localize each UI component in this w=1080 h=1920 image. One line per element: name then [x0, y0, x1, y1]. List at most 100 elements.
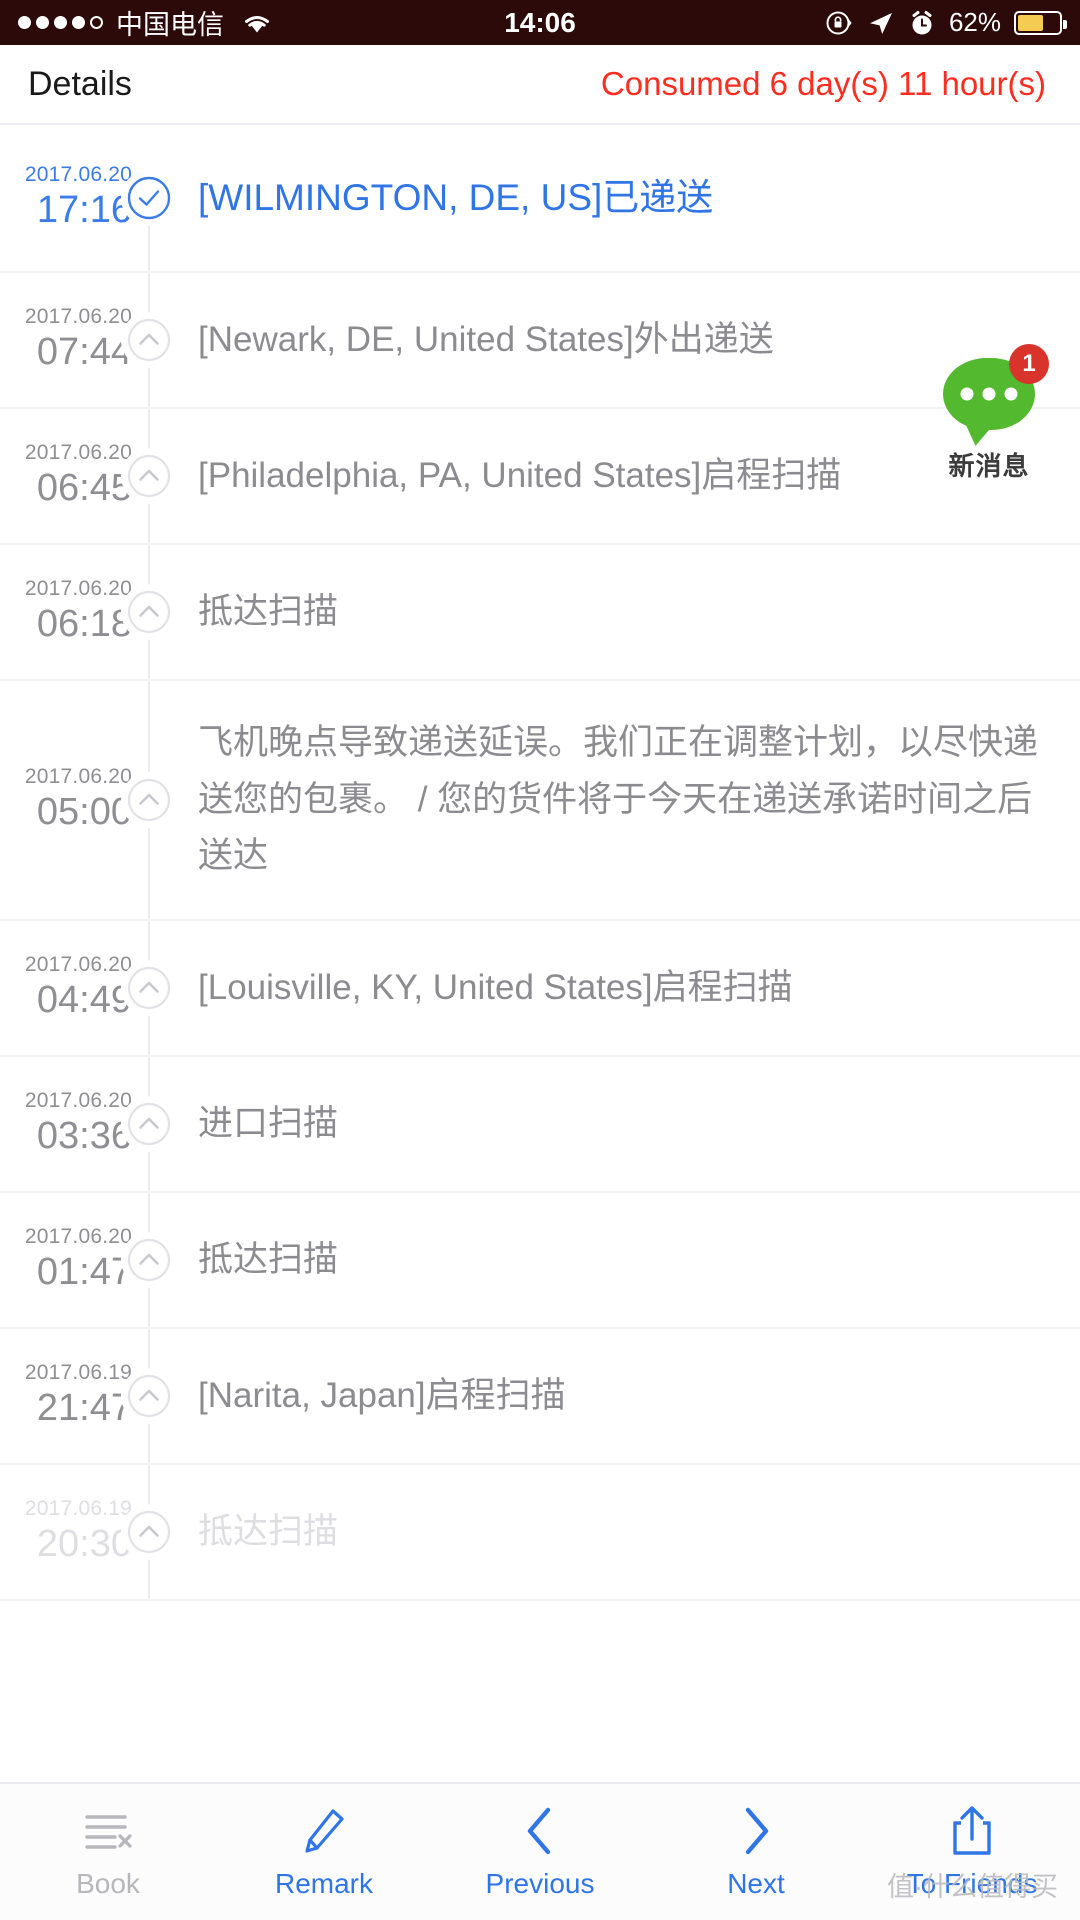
share-upload-icon	[953, 1806, 991, 1855]
chat-dots	[960, 387, 1018, 401]
timeline-axis-line	[121, 545, 177, 679]
wifi-icon	[241, 11, 273, 35]
chevron-up-circle-icon	[127, 1374, 171, 1418]
list-remove-icon	[81, 1804, 135, 1858]
timeline-row[interactable]: 2017.06.20 06:45 [Philadelphia, PA, United…	[0, 409, 1080, 545]
timeline-axis-line	[121, 921, 177, 1056]
check-circle-icon[interactable]	[121, 170, 177, 226]
timeline-time: 01:47	[36, 1250, 132, 1293]
tab-previous[interactable]: Previous	[432, 1784, 648, 1920]
timeline-date: 2017.06.20	[24, 764, 132, 788]
timeline-time: 03:36	[36, 1114, 132, 1157]
tab-label: Book	[76, 1868, 140, 1899]
signal-dot-empty	[90, 16, 103, 29]
chat-dot	[960, 387, 974, 401]
timeline-date: 2017.06.20	[24, 1088, 132, 1112]
tab-label: Previous	[485, 1868, 595, 1899]
timeline-time: 17:16	[36, 188, 132, 231]
chat-bubble-icon[interactable]: 1	[943, 344, 1049, 430]
timeline-status-text: [WILMINGTON, DE, US]已递送	[198, 177, 714, 219]
signal-dot	[36, 16, 49, 29]
timeline-time: 21:47	[36, 1386, 132, 1429]
timeline-body: 飞机晚点导致递送延误。我们正在调整计划，以尽快递送您的包裹。 / 您的货件将于今…	[150, 681, 1080, 919]
timeline-status-text: [Newark, DE, United States]外出递送	[198, 319, 774, 359]
chevron-up-circle-icon[interactable]	[121, 1096, 177, 1153]
check-circle-icon	[127, 176, 171, 220]
bottom-tab-bar[interactable]: Book Remark Previous Next To Friends	[0, 1782, 1080, 1920]
app-root: 中国电信 14:06 62% Details Consumed 6 day(s)…	[0, 0, 1080, 1920]
chevron-up-circle-icon	[127, 778, 171, 822]
status-bar: 中国电信 14:06 62%	[0, 0, 1080, 45]
chevron-up-circle-icon[interactable]	[121, 584, 177, 640]
timeline-row[interactable]: 2017.06.20 07:44 [Newark, DE, United State…	[0, 273, 1080, 409]
timeline-date: 2017.06.20	[24, 440, 132, 464]
timeline-status-text: [Louisville, KY, United States]启程扫描	[198, 967, 793, 1007]
alarm-clock-icon	[908, 9, 936, 37]
timeline-body: [WILMINGTON, DE, US]已递送	[150, 125, 1080, 271]
pencil-icon	[300, 1804, 348, 1858]
chevron-up-circle-icon[interactable]	[121, 312, 177, 368]
chevron-up-circle-icon[interactable]	[121, 772, 177, 829]
rotation-lock-icon	[824, 8, 854, 38]
timeline-row[interactable]: 2017.06.20 05:00 飞机晚点导致递送延误。我们正在调整计划，以尽快递送…	[0, 681, 1080, 922]
tab-remark[interactable]: Remark	[216, 1784, 432, 1920]
list-remove-icon	[85, 1815, 132, 1849]
timeline-body: 抵达扫描	[150, 1465, 1080, 1599]
page-title: Details	[28, 64, 132, 103]
timeline-row[interactable]: 2017.06.19 20:30 抵达扫描	[0, 1465, 1080, 1602]
timeline-row[interactable]: 2017.06.19 21:47 [Narita, Japan]启程扫描	[0, 1329, 1080, 1466]
timeline-body: 进口扫描	[150, 1057, 1080, 1191]
timeline-status-text: 抵达扫描	[198, 1511, 339, 1551]
chevron-right-icon	[745, 1807, 769, 1855]
battery-fill	[1018, 14, 1043, 31]
timeline-date: 2017.06.20	[24, 162, 132, 186]
new-message-widget[interactable]: 1 新消息	[924, 344, 1054, 483]
timeline-time: 04:49	[36, 978, 132, 1021]
timeline-axis-line	[121, 125, 177, 271]
pencil-icon	[305, 1809, 344, 1853]
chevron-up-circle-icon	[127, 454, 171, 498]
chevron-up-circle-icon[interactable]	[121, 1232, 177, 1289]
chevron-up-circle-icon[interactable]	[121, 1368, 177, 1425]
share-upload-icon	[948, 1804, 996, 1858]
new-message-label: 新消息	[948, 451, 1030, 481]
status-bar-right: 62%	[824, 7, 1067, 38]
timeline-date: 2017.06.20	[24, 1224, 132, 1248]
tab-label: Remark	[274, 1868, 373, 1899]
signal-dot	[72, 16, 85, 29]
timeline-time: 06:18	[36, 602, 132, 645]
timeline-date: 2017.06.20	[24, 304, 132, 328]
status-bar-left: 中国电信	[18, 3, 273, 42]
timeline-body: [Louisville, KY, United States]启程扫描	[150, 921, 1080, 1055]
location-arrow-icon	[867, 9, 895, 37]
signal-strength-dots	[18, 16, 103, 29]
timeline-row[interactable]: 2017.06.20 17:16 [WILMINGTON, DE, US]已递送	[0, 125, 1080, 273]
timeline-date: 2017.06.20	[24, 576, 132, 600]
tab-next[interactable]: Next	[648, 1784, 864, 1920]
unread-badge: 1	[1009, 344, 1049, 384]
consumed-time-label: Consumed 6 day(s) 11 hour(s)	[600, 65, 1046, 102]
tab-to-friends[interactable]: To Friends	[864, 1784, 1080, 1920]
battery-icon	[1014, 10, 1067, 35]
chevron-up-circle-icon	[127, 1510, 171, 1554]
timeline-axis-line	[121, 1193, 177, 1328]
tab-label: Next	[727, 1868, 785, 1899]
chevron-up-circle-icon[interactable]	[121, 960, 177, 1017]
timeline-status-text: [Narita, Japan]启程扫描	[198, 1375, 566, 1415]
chevron-up-circle-icon[interactable]	[121, 448, 177, 504]
chevron-up-circle-icon	[127, 966, 171, 1010]
timeline-row[interactable]: 2017.06.20 01:47 抵达扫描	[0, 1193, 1080, 1330]
timeline-row[interactable]: 2017.06.20 04:49 [Louisville, KY, United S…	[0, 921, 1080, 1058]
chat-dot	[1004, 387, 1018, 401]
chevron-up-circle-icon[interactable]	[121, 1504, 177, 1561]
timeline-row[interactable]: 2017.06.20 06:18 抵达扫描	[0, 545, 1080, 681]
timeline-row[interactable]: 2017.06.20 03:36 进口扫描	[0, 1057, 1080, 1194]
timeline-body: 抵达扫描	[150, 545, 1080, 679]
chevron-left-icon	[527, 1807, 551, 1855]
timeline-axis-line	[121, 409, 177, 543]
timeline-time: 07:44	[36, 330, 132, 373]
chevron-up-circle-icon	[127, 318, 171, 362]
timeline-status-text: 抵达扫描	[198, 1239, 339, 1279]
timeline-status-text: [Philadelphia, PA, United States]启程扫描	[198, 455, 842, 495]
tracking-timeline[interactable]: 2017.06.20 17:16 [WILMINGTON, DE, US]已递送 20…	[0, 125, 1080, 1920]
